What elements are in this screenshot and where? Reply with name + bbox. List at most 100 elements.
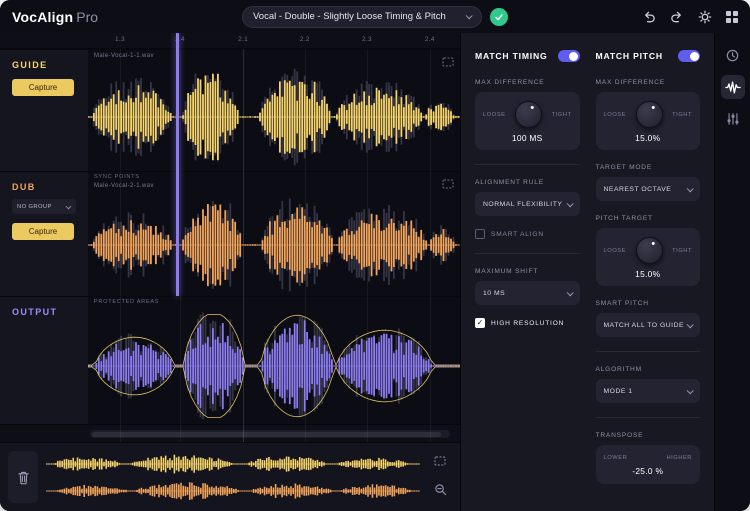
region-select-icon[interactable] (442, 54, 454, 72)
mixer-view-button[interactable] (721, 107, 745, 131)
dub-waveform[interactable] (88, 195, 460, 295)
loose-label: LOOSE (603, 111, 626, 118)
output-track-label: OUTPUT (12, 307, 58, 317)
guide-capture-button[interactable]: Capture (12, 79, 74, 96)
tight-label: TIGHT (551, 111, 572, 118)
dub-wave-area[interactable]: SYNC POINTS Male-Vocal-2-1.wav (88, 172, 460, 296)
smart-pitch-value: MATCH ALL TO GUIDE (603, 321, 685, 329)
timing-max-difference-knob[interactable] (515, 101, 543, 128)
guide-wave-area[interactable]: Male-Vocal-1-1.wav (88, 50, 460, 171)
transpose-card[interactable]: LOWER HIGHER -25.0 % (595, 445, 700, 484)
algorithm-label: ALGORITHM (595, 366, 642, 373)
region-select-icon[interactable] (442, 176, 454, 194)
match-timing-toggle[interactable] (557, 50, 580, 62)
preset-group: Vocal - Double - Slightly Loose Timing &… (242, 5, 508, 28)
high-resolution-label: HIGH RESOLUTION (491, 319, 565, 327)
pitch-max-difference-value: 15.0% (635, 133, 661, 143)
chevron-down-icon (686, 386, 694, 394)
overview-dub-waveform[interactable] (46, 480, 420, 502)
ruler-tick: 1.3 (115, 36, 125, 43)
playhead[interactable] (176, 33, 179, 296)
transpose-label: TRANSPOSE (595, 432, 644, 439)
timeline-scrollbar[interactable] (90, 430, 450, 438)
trash-icon (17, 471, 29, 484)
protected-areas-label: PROTECTED AREAS (94, 299, 160, 305)
pitch-target-knob[interactable] (635, 237, 663, 264)
guide-waveform[interactable] (88, 65, 460, 169)
high-resolution-row[interactable]: ✓ HIGH RESOLUTION (475, 318, 580, 328)
settings-button[interactable] (698, 10, 712, 24)
output-track-header: OUTPUT (0, 297, 88, 424)
timing-max-difference-card: LOOSE TIGHT 100 MS (475, 92, 580, 150)
undo-button[interactable] (642, 10, 656, 24)
transpose-value: -25.0 % (632, 466, 664, 476)
view-toolbar (714, 33, 750, 511)
loose-label: LOOSE (603, 247, 626, 254)
clock-icon (726, 49, 739, 61)
overview-panel (0, 442, 460, 511)
tight-label: TIGHT (672, 247, 692, 254)
guide-track-header: GUIDE Capture (0, 50, 88, 171)
alignment-rule-dropdown[interactable]: NORMAL FLEXIBILITY (475, 192, 580, 216)
gear-icon (698, 10, 712, 23)
guide-track-label: GUIDE (12, 60, 48, 70)
lower-label: LOWER (603, 455, 628, 461)
timeline-ruler[interactable]: 1.3 1.4 2.1 2.2 2.3 2.4 (0, 33, 460, 49)
higher-label: HIGHER (666, 455, 692, 461)
ruler-tick: 2.3 (362, 36, 372, 43)
scrollbar-thumb[interactable] (92, 431, 442, 437)
pitch-target-value: 15.0% (635, 269, 661, 279)
dub-track-header: DUB NO GROUP Capture (0, 172, 88, 296)
titlebar-actions (642, 10, 738, 24)
loose-label: LOOSE (483, 111, 506, 118)
timeline-scroll-row (0, 424, 460, 442)
main-content: 1.3 1.4 2.1 2.2 2.3 2.4 GUIDE Capture Male-Vo… (0, 33, 750, 511)
waveform-view-button[interactable] (720, 75, 745, 99)
delete-button[interactable] (8, 451, 38, 503)
waveform-icon (724, 80, 741, 93)
algorithm-value: MODE 1 (603, 387, 633, 395)
dub-file-label: Male-Vocal-2-1.wav (94, 183, 154, 189)
divider (595, 417, 700, 418)
chevron-down-icon (566, 199, 574, 207)
redo-button[interactable] (670, 10, 684, 24)
smart-align-checkbox[interactable] (475, 229, 485, 239)
pitch-target-label: PITCH TARGET (595, 215, 653, 222)
overview-guide-waveform[interactable] (46, 453, 420, 475)
dub-group-value: NO GROUP (17, 203, 52, 210)
timing-max-difference-label: MAX DIFFERENCE (475, 79, 545, 86)
target-mode-label: TARGET MODE (595, 164, 653, 171)
titlebar: VocAlign Pro Vocal - Double - Slightly L… (0, 0, 750, 33)
dub-track-label: DUB (12, 182, 36, 192)
target-mode-value: NEAREST OCTAVE (603, 185, 672, 193)
pitch-max-difference-knob[interactable] (635, 101, 663, 128)
alignment-rule-value: NORMAL FLEXIBILITY (483, 200, 563, 208)
overview-waveforms[interactable] (46, 453, 420, 502)
ruler-tick: 2.1 (238, 36, 249, 43)
chevron-down-icon (65, 203, 72, 210)
maximum-shift-dropdown[interactable]: 10 MS (475, 281, 580, 305)
high-resolution-checkbox[interactable]: ✓ (475, 318, 485, 328)
preset-label: Vocal - Double - Slightly Loose Timing &… (253, 11, 446, 22)
target-mode-dropdown[interactable]: NEAREST OCTAVE (595, 177, 700, 201)
smart-align-row[interactable]: SMART ALIGN (475, 229, 580, 239)
output-waveform[interactable] (88, 310, 460, 422)
smart-pitch-dropdown[interactable]: MATCH ALL TO GUIDE (595, 313, 700, 337)
divider (475, 164, 580, 165)
ruler-tick: 2.4 (424, 36, 435, 43)
redo-icon (671, 11, 681, 22)
zoom-out-icon[interactable] (434, 483, 447, 501)
apps-menu-button[interactable] (726, 10, 738, 23)
sliders-icon (726, 113, 739, 125)
region-select-icon[interactable] (434, 453, 446, 471)
dub-capture-button[interactable]: Capture (12, 223, 74, 240)
algorithm-dropdown[interactable]: MODE 1 (595, 379, 700, 403)
output-wave-area[interactable]: PROTECTED AREAS (88, 297, 460, 424)
match-pitch-toggle[interactable] (678, 50, 700, 62)
dub-group-dropdown[interactable]: NO GROUP (12, 199, 76, 214)
preset-dropdown[interactable]: Vocal - Double - Slightly Loose Timing &… (242, 5, 482, 28)
match-timing-section: MATCH TIMING MAX DIFFERENCE LOOSE TIGHT … (475, 43, 580, 511)
apply-preset-button[interactable] (490, 7, 508, 26)
dub-track: DUB NO GROUP Capture SYNC POINTS Male-Vo… (0, 171, 460, 296)
history-tool-button[interactable] (721, 43, 745, 67)
